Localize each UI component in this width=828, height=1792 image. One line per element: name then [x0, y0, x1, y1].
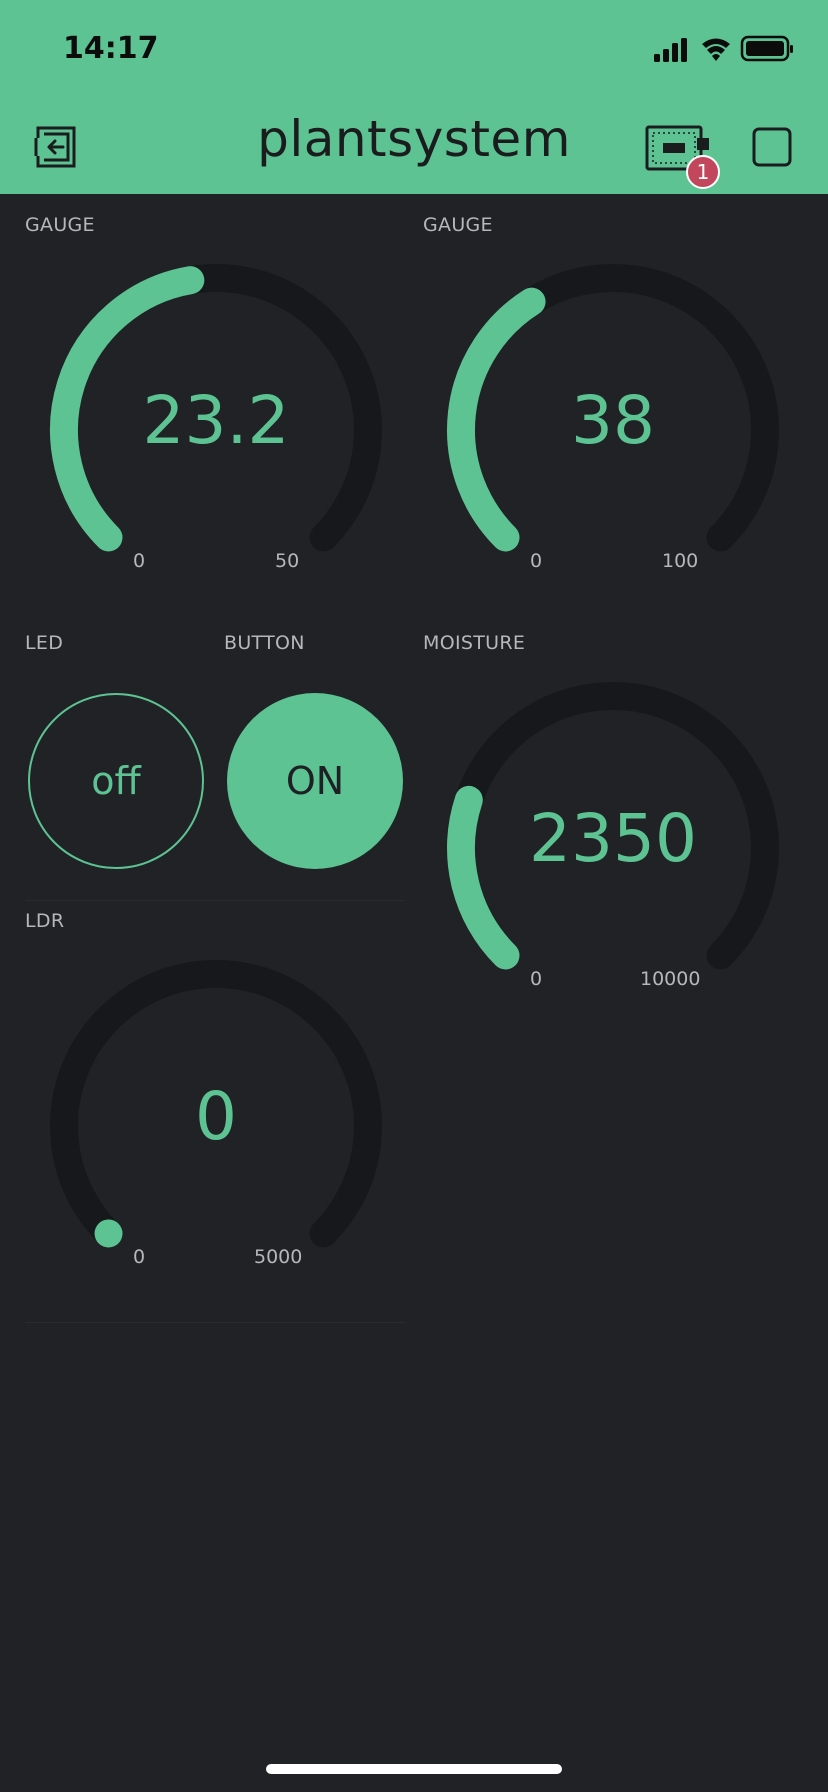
app-header: 14:17 1 plantsystem	[0, 0, 828, 194]
led-label: LED	[25, 632, 64, 654]
led-indicator: off	[28, 693, 204, 869]
divider	[25, 900, 405, 901]
gauge-value: 38	[571, 382, 655, 459]
signal-icon	[654, 38, 687, 62]
gauge-max-label: 100	[662, 550, 699, 572]
divider	[25, 1322, 405, 1323]
gauge-min-label: 0	[530, 968, 543, 990]
gauge-max-label: 50	[275, 550, 300, 572]
toggle-button-state: ON	[285, 759, 345, 803]
gauge-max-label: 5000	[254, 1246, 303, 1268]
battery-icon	[740, 35, 793, 62]
gauge-min-label: 0	[530, 550, 543, 572]
moisture-label: MOISTURE	[423, 632, 526, 654]
button-label: BUTTON	[224, 632, 305, 654]
gauge-min-label: 0	[133, 550, 146, 572]
ldr-label: LDR	[25, 910, 65, 932]
wifi-icon	[702, 38, 730, 61]
gauge-widget[interactable]: 38 0 100	[435, 252, 791, 572]
gauge-widget[interactable]: 2350 0 10000	[435, 670, 791, 990]
project-title: plantsystem	[257, 110, 571, 168]
gauge-value: 2350	[529, 800, 697, 877]
led-state: off	[91, 759, 141, 803]
app-screen: 14:17 1 plantsystem GAUGE 23.2 0 50 GAUG…	[0, 0, 828, 1792]
gauge-value: 23.2	[142, 382, 290, 459]
status-icons	[654, 35, 793, 62]
gauge-widget[interactable]: 23.2 0 50	[38, 252, 394, 572]
gauge-fill	[94, 1219, 123, 1248]
gauge-value: 0	[195, 1078, 237, 1155]
home-indicator	[266, 1764, 562, 1774]
gauge1-label: GAUGE	[25, 214, 95, 236]
gauge-max-label: 10000	[640, 968, 701, 990]
toggle-button[interactable]: ON	[227, 693, 403, 869]
gauge2-label: GAUGE	[423, 214, 493, 236]
gauge-widget[interactable]: 0 0 5000	[38, 948, 394, 1268]
status-time: 14:17	[63, 31, 159, 66]
gauge-min-label: 0	[133, 1246, 146, 1268]
